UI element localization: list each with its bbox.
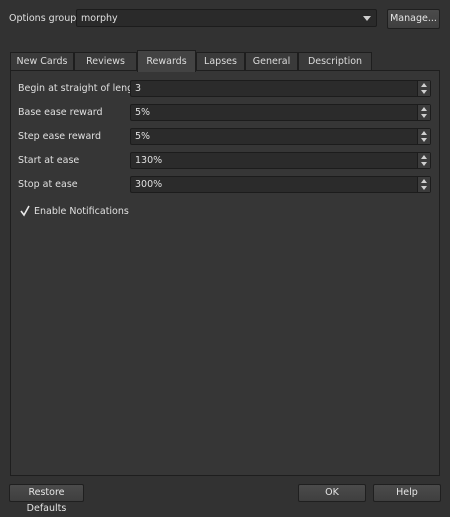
help-button[interactable]: Help — [373, 484, 441, 502]
tab-lapses[interactable]: Lapses — [196, 52, 245, 71]
spin-arrows-icon[interactable] — [417, 105, 430, 120]
options-group-value: morphy — [81, 13, 118, 24]
base-ease-label: Base ease reward — [18, 107, 103, 118]
base-ease-spinbox[interactable]: 5% — [130, 104, 431, 121]
begin-straight-spinbox[interactable]: 3 — [130, 80, 431, 97]
stop-ease-value: 300% — [135, 179, 163, 190]
base-ease-value: 5% — [135, 107, 151, 118]
tab-rewards[interactable]: Rewards — [137, 50, 196, 72]
step-ease-value: 5% — [135, 131, 151, 142]
stop-ease-spinbox[interactable]: 300% — [130, 176, 431, 193]
step-ease-spinbox[interactable]: 5% — [130, 128, 431, 145]
start-ease-label: Start at ease — [18, 155, 80, 166]
step-ease-label: Step ease reward — [18, 131, 102, 142]
options-group-label: Options group: — [9, 13, 80, 24]
restore-defaults-button[interactable]: Restore Defaults — [9, 484, 84, 514]
tab-new-cards[interactable]: New Cards — [10, 52, 74, 71]
begin-straight-label: Begin at straight of length — [18, 83, 143, 94]
stop-ease-label: Stop at ease — [18, 179, 78, 190]
ok-button[interactable]: OK — [298, 484, 366, 502]
enable-notifications-label[interactable]: Enable Notifications — [34, 206, 129, 218]
checkmark-icon[interactable] — [20, 205, 30, 217]
begin-straight-value: 3 — [135, 83, 142, 94]
chevron-down-icon — [363, 16, 371, 21]
spin-arrows-icon[interactable] — [417, 81, 430, 96]
spin-arrows-icon[interactable] — [417, 129, 430, 144]
start-ease-spinbox[interactable]: 130% — [130, 152, 431, 169]
tab-reviews[interactable]: Reviews — [74, 52, 137, 71]
tab-description[interactable]: Description — [298, 52, 372, 71]
spin-arrows-icon[interactable] — [417, 177, 430, 192]
spin-arrows-icon[interactable] — [417, 153, 430, 168]
manage-button[interactable]: Manage... — [387, 9, 440, 29]
start-ease-value: 130% — [135, 155, 163, 166]
tab-general[interactable]: General — [245, 52, 298, 71]
options-group-select[interactable]: morphy — [76, 9, 377, 27]
